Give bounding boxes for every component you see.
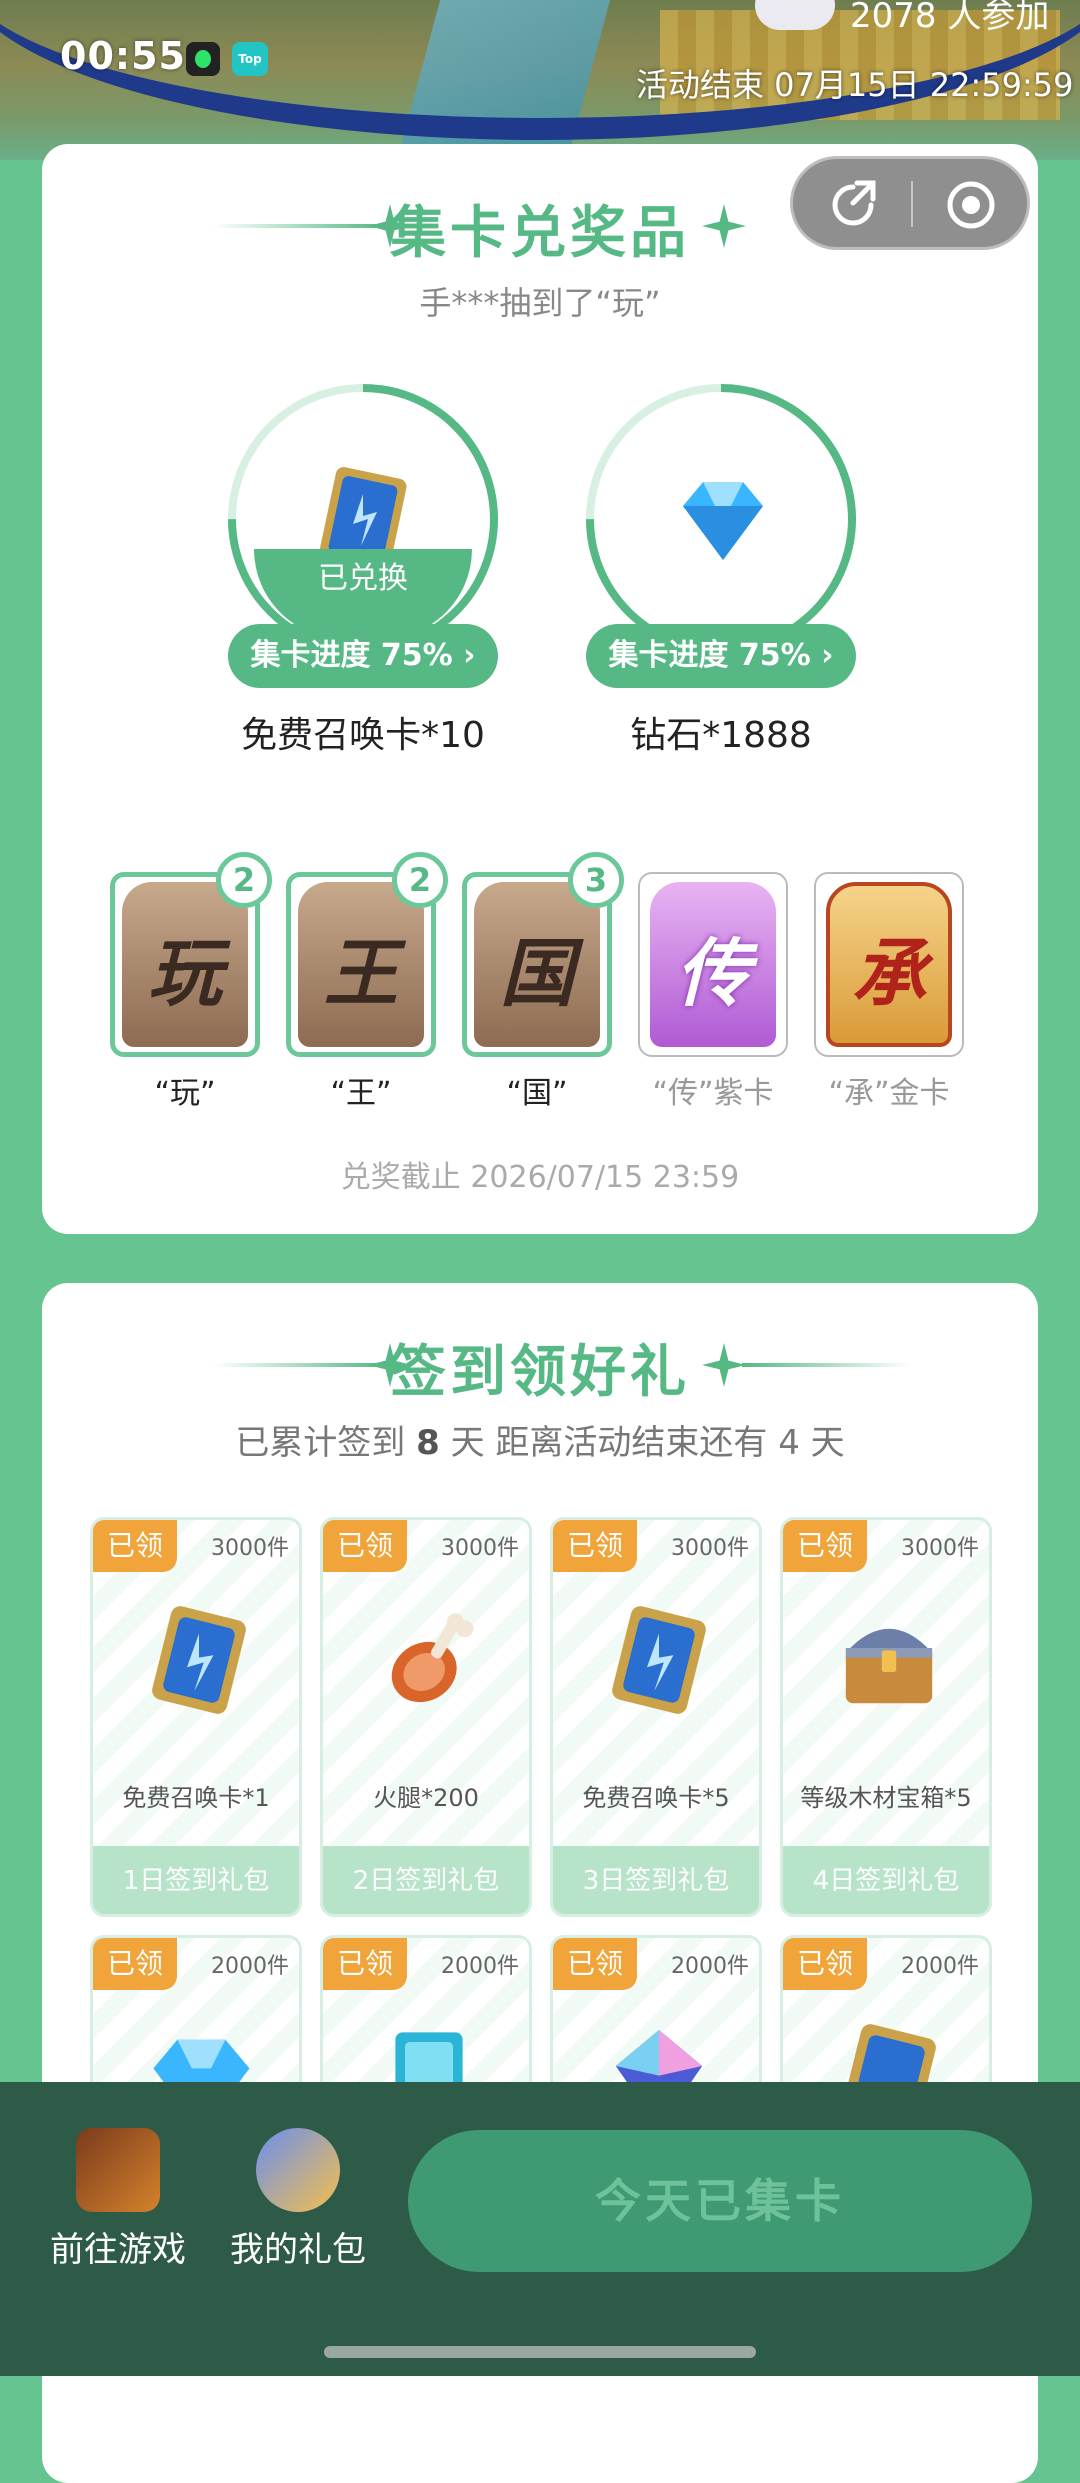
my-gifts-button[interactable]: 我的礼包 xyxy=(198,2222,398,2271)
card-char: 国 xyxy=(500,931,574,1017)
top-app-icon: Top xyxy=(232,42,268,76)
collect-today-button[interactable]: 今天已集卡 xyxy=(408,2130,1032,2272)
gift-avatar-icon[interactable] xyxy=(256,2128,340,2212)
capsule-divider xyxy=(911,181,913,227)
sparkle-icon xyxy=(702,1343,746,1387)
claimed-tag: 已领 xyxy=(323,1938,407,1990)
card-count-badge: 2 xyxy=(392,852,448,908)
reward-qty: 2000件 xyxy=(211,1954,289,1979)
section-title-signin: 签到领好礼 xyxy=(390,1340,690,1405)
reward-tile-day2[interactable]: 已领 3000件 火腿*200 2日签到礼包 xyxy=(320,1517,532,1917)
claimed-tag: 已领 xyxy=(553,1938,637,1990)
treasure-chest-icon xyxy=(845,1628,933,1704)
music-app-icon xyxy=(186,42,220,76)
summon-card-icon xyxy=(612,1606,706,1714)
stat-suffix: 天 距离活动结束还有 4 天 xyxy=(450,1423,845,1463)
go-game-button[interactable]: 前往游戏 xyxy=(18,2222,218,2271)
reward-qty: 2000件 xyxy=(671,1954,749,1979)
reward-qty: 2000件 xyxy=(441,1954,519,1979)
reward-name: 火腿*200 xyxy=(373,1784,479,1812)
diamond-icon xyxy=(683,482,763,560)
card-char: 传 xyxy=(676,931,750,1017)
claimed-tag: 已领 xyxy=(783,1520,867,1572)
event-end-time: 活动结束 07月15日 22:59:59 xyxy=(636,66,1074,104)
card-count-badge: 3 xyxy=(568,852,624,908)
claimed-tag: 已领 xyxy=(93,1938,177,1990)
stat-prefix: 已累计签到 xyxy=(235,1423,406,1463)
card-char: 王 xyxy=(324,931,398,1017)
word-card-cheng[interactable]: 承 “承”金卡 xyxy=(814,872,964,1111)
reward-day-label: 3日签到礼包 xyxy=(553,1846,759,1914)
prize-diamonds[interactable]: 集卡进度 75% › 钻石*1888 xyxy=(586,384,856,756)
card-char: 玩 xyxy=(148,931,222,1017)
word-card-wan[interactable]: 玩 2 “玩” xyxy=(110,852,272,1111)
title-deco-line-right xyxy=(742,1363,912,1367)
summon-card-icon xyxy=(152,1606,246,1714)
home-indicator[interactable] xyxy=(324,2346,756,2358)
reward-qty: 3000件 xyxy=(441,1536,519,1561)
reward-qty: 3000件 xyxy=(211,1536,289,1561)
share-icon[interactable] xyxy=(823,175,883,235)
claimed-tag: 已领 xyxy=(323,1520,407,1572)
participant-avatars xyxy=(755,0,835,30)
claimed-tag: 已领 xyxy=(553,1520,637,1572)
bottom-action-bar: 前往游戏 我的礼包 今天已集卡 xyxy=(0,2082,1080,2376)
card-exchange-section: 集卡兑奖品 手***抽到了“玩” 已兑换 集卡进度 75% › 免费召唤卡*10… xyxy=(42,144,1038,1234)
reward-qty: 2000件 xyxy=(901,1954,979,1979)
claimed-tag: 已领 xyxy=(93,1520,177,1572)
status-time: 00:55 xyxy=(60,34,186,78)
word-card-wang[interactable]: 王 2 “王” xyxy=(286,852,448,1111)
word-card-guo[interactable]: 国 3 “国” xyxy=(462,852,624,1111)
reward-tile-day3[interactable]: 已领 3000件 免费召唤卡*5 3日签到礼包 xyxy=(550,1517,762,1917)
prize-name: 免费召唤卡*10 xyxy=(241,715,485,756)
sparkle-icon xyxy=(702,204,746,248)
claimed-tag: 已领 xyxy=(783,1938,867,1990)
progress-pill[interactable]: 集卡进度 75% › xyxy=(586,624,856,688)
card-count-badge: 2 xyxy=(216,852,272,908)
reward-day-label: 2日签到礼包 xyxy=(323,1846,529,1914)
reward-day-label: 1日签到礼包 xyxy=(93,1846,299,1914)
mini-program-capsule xyxy=(790,156,1030,250)
card-char: 承 xyxy=(852,931,926,1017)
reward-qty: 3000件 xyxy=(901,1536,979,1561)
prize-summon-cards[interactable]: 已兑换 集卡进度 75% › 免费召唤卡*10 xyxy=(228,384,498,756)
card-label: “承”金卡 xyxy=(828,1076,950,1111)
progress-pill[interactable]: 集卡进度 75% › xyxy=(228,624,498,688)
ham-icon xyxy=(391,1613,474,1703)
reward-name: 免费召唤卡*5 xyxy=(582,1784,730,1812)
close-target-icon[interactable] xyxy=(941,175,1001,235)
reward-qty: 3000件 xyxy=(671,1536,749,1561)
reward-tile-day4[interactable]: 已领 3000件 等级木材宝箱*5 4日签到礼包 xyxy=(780,1517,992,1917)
game-icon[interactable] xyxy=(76,2128,160,2212)
reward-tile-day1[interactable]: 已领 3000件 免费召唤卡*1 1日签到礼包 xyxy=(90,1517,302,1917)
prize-name: 钻石*1888 xyxy=(630,715,812,756)
redeem-deadline: 兑奖截止 2026/07/15 23:59 xyxy=(340,1160,740,1195)
draw-ticker: 手***抽到了“玩” xyxy=(419,284,661,322)
reward-name: 等级木材宝箱*5 xyxy=(800,1784,972,1812)
participants-count: 2078 人参加 xyxy=(850,0,1050,36)
days-signed: 8 xyxy=(416,1423,440,1463)
word-card-chuan[interactable]: 传 “传”紫卡 xyxy=(638,872,788,1111)
signin-stat: 已累计签到 8 天 距离活动结束还有 4 天 xyxy=(42,1415,1038,1464)
reward-name: 免费召唤卡*1 xyxy=(122,1784,270,1812)
reward-day-label: 4日签到礼包 xyxy=(783,1846,989,1914)
